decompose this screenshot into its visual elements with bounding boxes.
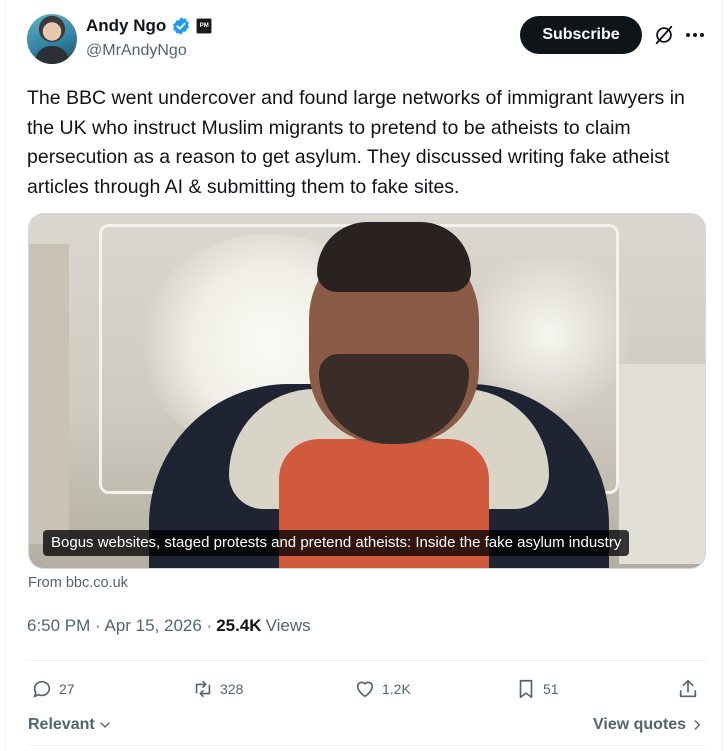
reply-icon bbox=[33, 680, 51, 698]
bookmark-button[interactable]: 51 bbox=[515, 676, 559, 702]
more-options-icon[interactable] bbox=[686, 26, 706, 44]
divider bbox=[27, 660, 707, 661]
chevron-down-icon bbox=[100, 722, 110, 728]
subscribe-button[interactable]: Subscribe bbox=[520, 16, 642, 54]
author-name-row: Andy Ngo PM bbox=[86, 16, 213, 36]
divider bbox=[27, 745, 707, 746]
chevron-right-icon bbox=[694, 720, 701, 730]
avatar-shoulders bbox=[35, 46, 69, 64]
author-display-name[interactable]: Andy Ngo bbox=[86, 16, 166, 36]
view-quotes-link[interactable]: View quotes bbox=[593, 716, 704, 734]
repost-count: 328 bbox=[220, 681, 244, 697]
author-avatar[interactable] bbox=[27, 14, 77, 64]
reply-count: 27 bbox=[59, 681, 75, 697]
heart-icon bbox=[356, 681, 374, 698]
views-label: Views bbox=[265, 616, 311, 635]
reply-button[interactable]: 27 bbox=[31, 676, 75, 702]
view-quotes-label: View quotes bbox=[593, 716, 687, 733]
affiliate-badge-icon[interactable]: PM bbox=[196, 18, 213, 34]
tweet-card: Andy Ngo PM @MrAndyNgo Subscribe The BBC… bbox=[4, 0, 723, 751]
bookmark-icon bbox=[519, 679, 533, 699]
share-button[interactable] bbox=[677, 676, 699, 702]
author-handle[interactable]: @MrAndyNgo bbox=[86, 42, 187, 60]
views-count: 25.4K bbox=[216, 616, 262, 635]
like-button[interactable]: 1.2K bbox=[354, 676, 411, 702]
like-count: 1.2K bbox=[382, 681, 411, 697]
link-source[interactable]: From bbc.co.uk bbox=[28, 575, 128, 591]
repost-icon bbox=[195, 680, 211, 698]
link-card-media[interactable]: Bogus websites, staged protests and pret… bbox=[28, 213, 706, 569]
tweet-text: The BBC went undercover and found large … bbox=[27, 87, 685, 198]
media-caption[interactable]: Bogus websites, staged protests and pret… bbox=[43, 530, 630, 556]
tweet-meta: 6:50 PM · Apr 15, 2026 · 25.4K Views bbox=[27, 616, 311, 636]
reply-sort-dropdown[interactable]: Relevant bbox=[28, 716, 113, 734]
verified-badge-icon[interactable] bbox=[171, 16, 191, 36]
share-icon bbox=[679, 679, 697, 698]
sort-label: Relevant bbox=[28, 716, 95, 733]
grok-icon[interactable] bbox=[653, 24, 675, 46]
action-bar: 27 328 1.2K 51 bbox=[27, 676, 707, 702]
tweet-timestamp[interactable]: 6:50 PM · Apr 15, 2026 · bbox=[27, 616, 212, 636]
repost-button[interactable]: 328 bbox=[192, 676, 243, 702]
bookmark-count: 51 bbox=[543, 681, 559, 697]
